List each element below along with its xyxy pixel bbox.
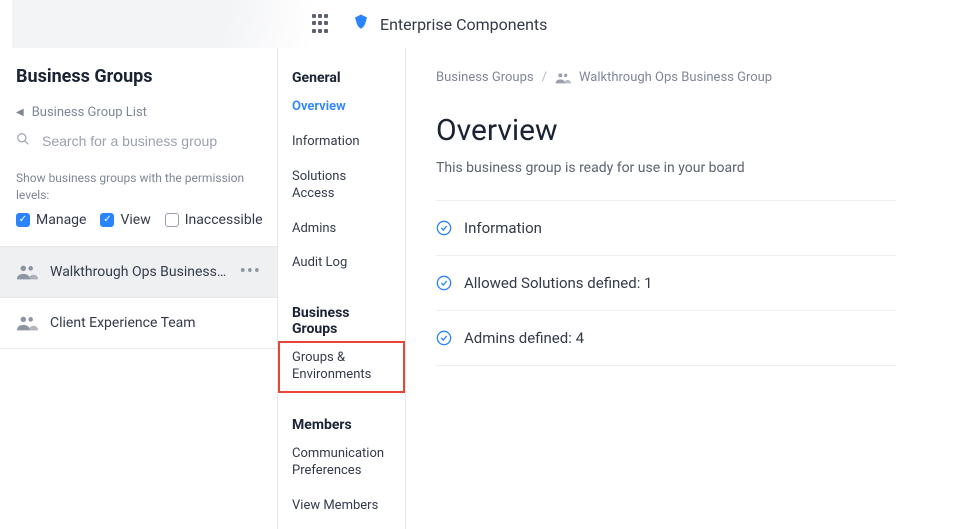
nav-section-business-groups: Business Groups	[278, 305, 405, 341]
back-link[interactable]: ◀ Business Group List	[16, 105, 261, 120]
back-label: Business Group List	[32, 105, 147, 120]
breadcrumb: Business Groups / Walkthrough Ops Busine…	[436, 70, 964, 85]
nav-item-admins[interactable]: Admins	[278, 212, 405, 247]
left-panel: Business Groups ◀ Business Group List Sh…	[0, 48, 278, 529]
left-panel-title: Business Groups	[16, 66, 261, 87]
people-icon	[16, 315, 38, 331]
check-circle-icon	[436, 330, 452, 346]
people-icon	[16, 264, 38, 280]
chevron-left-icon: ◀	[16, 107, 24, 118]
overview-card-allowed-solutions[interactable]: Allowed Solutions defined: 1	[436, 256, 896, 311]
overview-card-information[interactable]: Information	[436, 200, 896, 256]
check-circle-icon	[436, 275, 452, 291]
nav-item-audit-log[interactable]: Audit Log	[278, 246, 405, 281]
business-group-label: Walkthrough Ops Business …	[50, 264, 228, 280]
page-subtitle: This business group is ready for use in …	[436, 160, 964, 176]
search-input[interactable]	[40, 132, 240, 150]
people-icon	[555, 72, 571, 84]
breadcrumb-current: Walkthrough Ops Business Group	[579, 70, 772, 85]
nav-item-communication-preferences[interactable]: Communication Preferences	[278, 437, 405, 489]
card-label: Admins defined: 4	[464, 329, 584, 347]
filter-inaccessible-label: Inaccessible	[185, 212, 263, 228]
checkbox-checked-icon: ✓	[16, 213, 30, 227]
nav-item-view-members[interactable]: View Members	[278, 489, 405, 524]
filter-inaccessible-checkbox[interactable]: ✓ Inaccessible	[165, 212, 263, 228]
card-label: Information	[464, 219, 542, 237]
filter-view-label: View	[120, 212, 150, 228]
business-group-item[interactable]: Walkthrough Ops Business … •••	[0, 247, 277, 297]
main-content: Business Groups / Walkthrough Ops Busine…	[406, 48, 964, 529]
filter-manage-label: Manage	[36, 212, 86, 228]
secondary-nav: General Overview Information Solutions A…	[278, 48, 406, 529]
app-title: Enterprise Components	[380, 15, 547, 34]
checkbox-unchecked-icon: ✓	[165, 213, 179, 227]
page-title: Overview	[436, 113, 964, 148]
search-row	[16, 132, 261, 150]
check-circle-icon	[436, 220, 452, 236]
filters-label: Show business groups with the permission…	[16, 170, 261, 204]
search-icon	[16, 132, 30, 150]
topbar-shade	[12, 0, 312, 48]
nav-item-overview[interactable]: Overview	[278, 90, 405, 125]
nav-item-information[interactable]: Information	[278, 125, 405, 160]
nav-section-members: Members	[278, 417, 405, 437]
filter-view-checkbox[interactable]: ✓ View	[100, 212, 150, 228]
business-group-item[interactable]: Client Experience Team	[0, 298, 277, 348]
top-bar: Enterprise Components	[0, 0, 964, 48]
breadcrumb-separator: /	[542, 70, 547, 85]
overview-card-admins-defined[interactable]: Admins defined: 4	[436, 311, 896, 366]
filter-manage-checkbox[interactable]: ✓ Manage	[16, 212, 86, 228]
nav-item-solutions-access[interactable]: Solutions Access	[278, 160, 405, 212]
breadcrumb-root[interactable]: Business Groups	[436, 70, 534, 85]
business-group-label: Client Experience Team	[50, 315, 261, 331]
card-label: Allowed Solutions defined: 1	[464, 274, 652, 292]
nav-item-groups-environments[interactable]: Groups & Environments	[278, 341, 405, 393]
checkbox-checked-icon: ✓	[100, 213, 114, 227]
more-icon[interactable]: •••	[240, 261, 261, 282]
nav-section-general: General	[278, 70, 405, 90]
brand-icon	[352, 13, 370, 35]
apps-grid-icon[interactable]	[312, 14, 332, 34]
